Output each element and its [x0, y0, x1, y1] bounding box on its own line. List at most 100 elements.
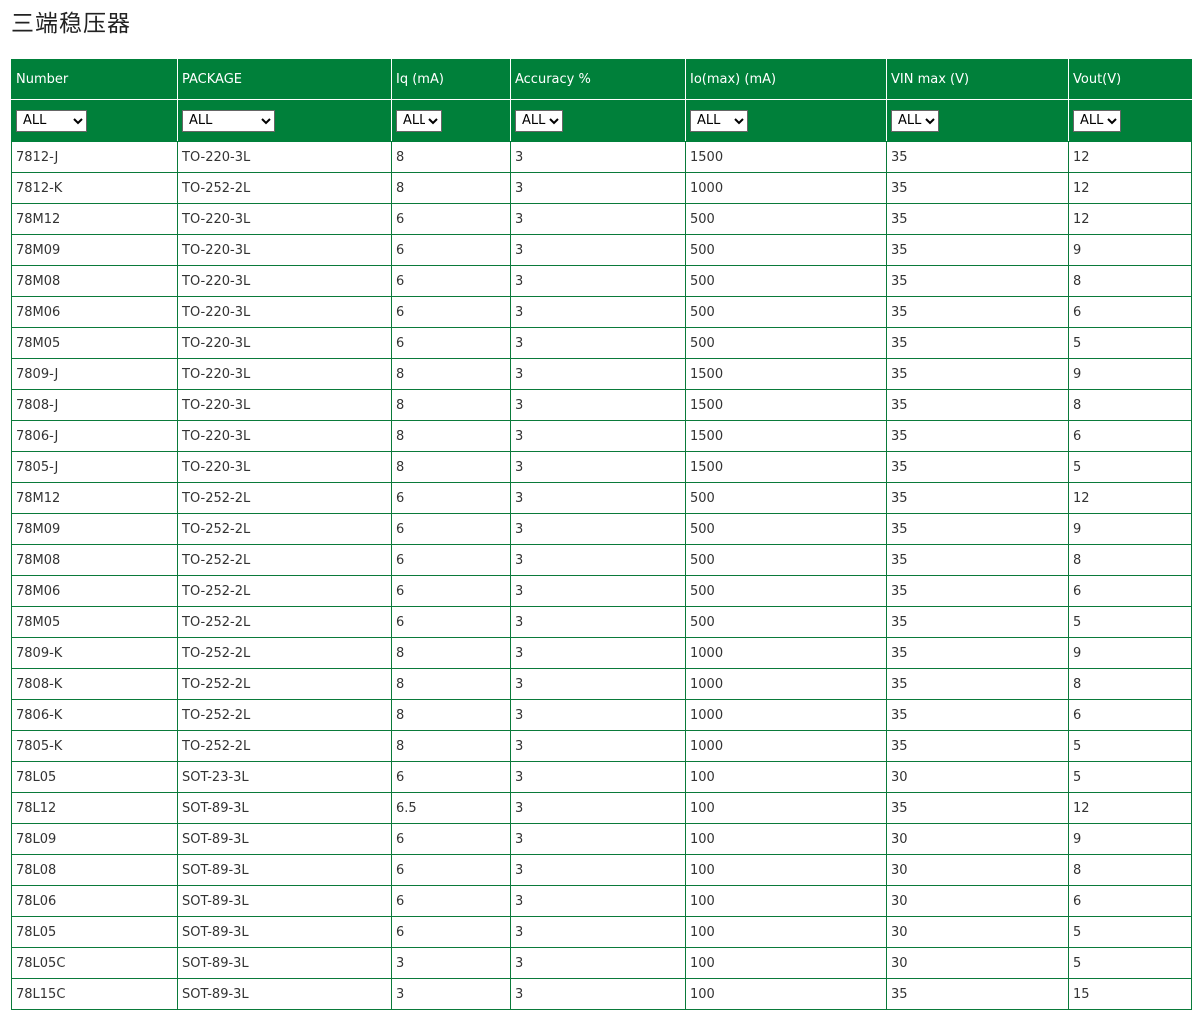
table-body: 7812-J TO-220-3L 8 3 1500 35 12 7812-K TO-252-2L… [11, 141, 1192, 1010]
cell-vout: 9 [1068, 637, 1192, 669]
cell-accuracy: 3 [510, 358, 686, 390]
cell-iq: 6.5 [391, 792, 511, 824]
cell-number: 7805-J [11, 451, 178, 483]
cell-package: TO-220-3L [177, 327, 392, 359]
table-row: 78L05 SOT-89-3L 6 3 100 30 5 [11, 916, 1192, 948]
page: 三端稳压器 Number PACKAGE Iq (mA) Accuracy % … [0, 0, 1202, 1028]
column-header-vout[interactable]: Vout(V) [1068, 59, 1192, 100]
cell-accuracy: 3 [510, 234, 686, 266]
filter-cell-accuracy: ALL [510, 99, 686, 142]
cell-iq: 6 [391, 885, 511, 917]
cell-vout: 12 [1068, 482, 1192, 514]
cell-vout: 9 [1068, 234, 1192, 266]
cell-iq: 6 [391, 234, 511, 266]
cell-package: SOT-89-3L [177, 978, 392, 1010]
cell-package: SOT-23-3L [177, 761, 392, 793]
column-header-iomax[interactable]: Io(max) (mA) [685, 59, 887, 100]
table-row: 78M12 TO-252-2L 6 3 500 35 12 [11, 482, 1192, 514]
cell-accuracy: 3 [510, 296, 686, 328]
table-row: 78M09 TO-220-3L 6 3 500 35 9 [11, 234, 1192, 266]
cell-number: 7806-J [11, 420, 178, 452]
table-row: 7808-J TO-220-3L 8 3 1500 35 8 [11, 389, 1192, 421]
cell-accuracy: 3 [510, 637, 686, 669]
cell-package: TO-220-3L [177, 451, 392, 483]
table-row: 7809-J TO-220-3L 8 3 1500 35 9 [11, 358, 1192, 390]
cell-vinmax: 30 [886, 885, 1069, 917]
table-row: 7805-K TO-252-2L 8 3 1000 35 5 [11, 730, 1192, 762]
cell-iomax: 1000 [685, 172, 887, 204]
cell-vout: 12 [1068, 203, 1192, 235]
cell-iomax: 500 [685, 575, 887, 607]
cell-accuracy: 3 [510, 544, 686, 576]
table-row: 78L08 SOT-89-3L 6 3 100 30 8 [11, 854, 1192, 886]
cell-accuracy: 3 [510, 947, 686, 979]
accuracy-filter-select[interactable]: ALL [515, 109, 563, 132]
cell-accuracy: 3 [510, 389, 686, 421]
cell-accuracy: 3 [510, 327, 686, 359]
cell-number: 78M09 [11, 513, 178, 545]
number-filter-select[interactable]: ALL [16, 109, 87, 132]
iomax-filter-select[interactable]: ALL [690, 109, 748, 132]
table-row: 78L06 SOT-89-3L 6 3 100 30 6 [11, 885, 1192, 917]
cell-iq: 6 [391, 823, 511, 855]
cell-package: TO-220-3L [177, 203, 392, 235]
column-header-iq[interactable]: Iq (mA) [391, 59, 511, 100]
cell-iq: 3 [391, 947, 511, 979]
cell-iomax: 1000 [685, 637, 887, 669]
cell-package: SOT-89-3L [177, 947, 392, 979]
cell-iq: 6 [391, 327, 511, 359]
column-header-accuracy[interactable]: Accuracy % [510, 59, 686, 100]
cell-vinmax: 30 [886, 761, 1069, 793]
cell-number: 78L12 [11, 792, 178, 824]
cell-package: TO-252-2L [177, 668, 392, 700]
cell-iomax: 100 [685, 947, 887, 979]
cell-iomax: 1000 [685, 730, 887, 762]
cell-vout: 8 [1068, 389, 1192, 421]
cell-accuracy: 3 [510, 823, 686, 855]
table-row: 78L09 SOT-89-3L 6 3 100 30 9 [11, 823, 1192, 855]
cell-vout: 6 [1068, 420, 1192, 452]
cell-vout: 9 [1068, 358, 1192, 390]
cell-vout: 8 [1068, 265, 1192, 297]
cell-accuracy: 3 [510, 606, 686, 638]
cell-iq: 6 [391, 296, 511, 328]
vout-filter-select[interactable]: ALL [1073, 109, 1121, 132]
column-header-number[interactable]: Number [11, 59, 178, 100]
cell-package: TO-252-2L [177, 699, 392, 731]
cell-accuracy: 3 [510, 141, 686, 173]
filter-row: ALL ALL ALL ALL ALL ALL ALL [11, 99, 1192, 142]
table-row: 78M09 TO-252-2L 6 3 500 35 9 [11, 513, 1192, 545]
cell-vout: 12 [1068, 141, 1192, 173]
cell-number: 78M06 [11, 296, 178, 328]
cell-vinmax: 35 [886, 420, 1069, 452]
cell-accuracy: 3 [510, 172, 686, 204]
cell-accuracy: 3 [510, 265, 686, 297]
cell-iq: 8 [391, 730, 511, 762]
cell-vinmax: 30 [886, 854, 1069, 886]
cell-accuracy: 3 [510, 668, 686, 700]
cell-vinmax: 35 [886, 234, 1069, 266]
cell-number: 7806-K [11, 699, 178, 731]
column-header-vinmax[interactable]: VIN max (V) [886, 59, 1069, 100]
cell-vout: 9 [1068, 513, 1192, 545]
cell-iomax: 100 [685, 885, 887, 917]
cell-number: 78L05C [11, 947, 178, 979]
iq-filter-select[interactable]: ALL [396, 109, 442, 132]
table-row: 7809-K TO-252-2L 8 3 1000 35 9 [11, 637, 1192, 669]
table-row: 7812-K TO-252-2L 8 3 1000 35 12 [11, 172, 1192, 204]
cell-package: SOT-89-3L [177, 823, 392, 855]
cell-accuracy: 3 [510, 854, 686, 886]
cell-accuracy: 3 [510, 730, 686, 762]
cell-number: 7812-J [11, 141, 178, 173]
cell-vinmax: 35 [886, 482, 1069, 514]
vinmax-filter-select[interactable]: ALL [891, 109, 939, 132]
cell-package: TO-220-3L [177, 358, 392, 390]
cell-vout: 6 [1068, 575, 1192, 607]
cell-vinmax: 35 [886, 296, 1069, 328]
cell-iq: 6 [391, 513, 511, 545]
column-header-package[interactable]: PACKAGE [177, 59, 392, 100]
package-filter-select[interactable]: ALL [182, 109, 275, 132]
cell-accuracy: 3 [510, 792, 686, 824]
cell-vinmax: 35 [886, 265, 1069, 297]
cell-iomax: 100 [685, 792, 887, 824]
